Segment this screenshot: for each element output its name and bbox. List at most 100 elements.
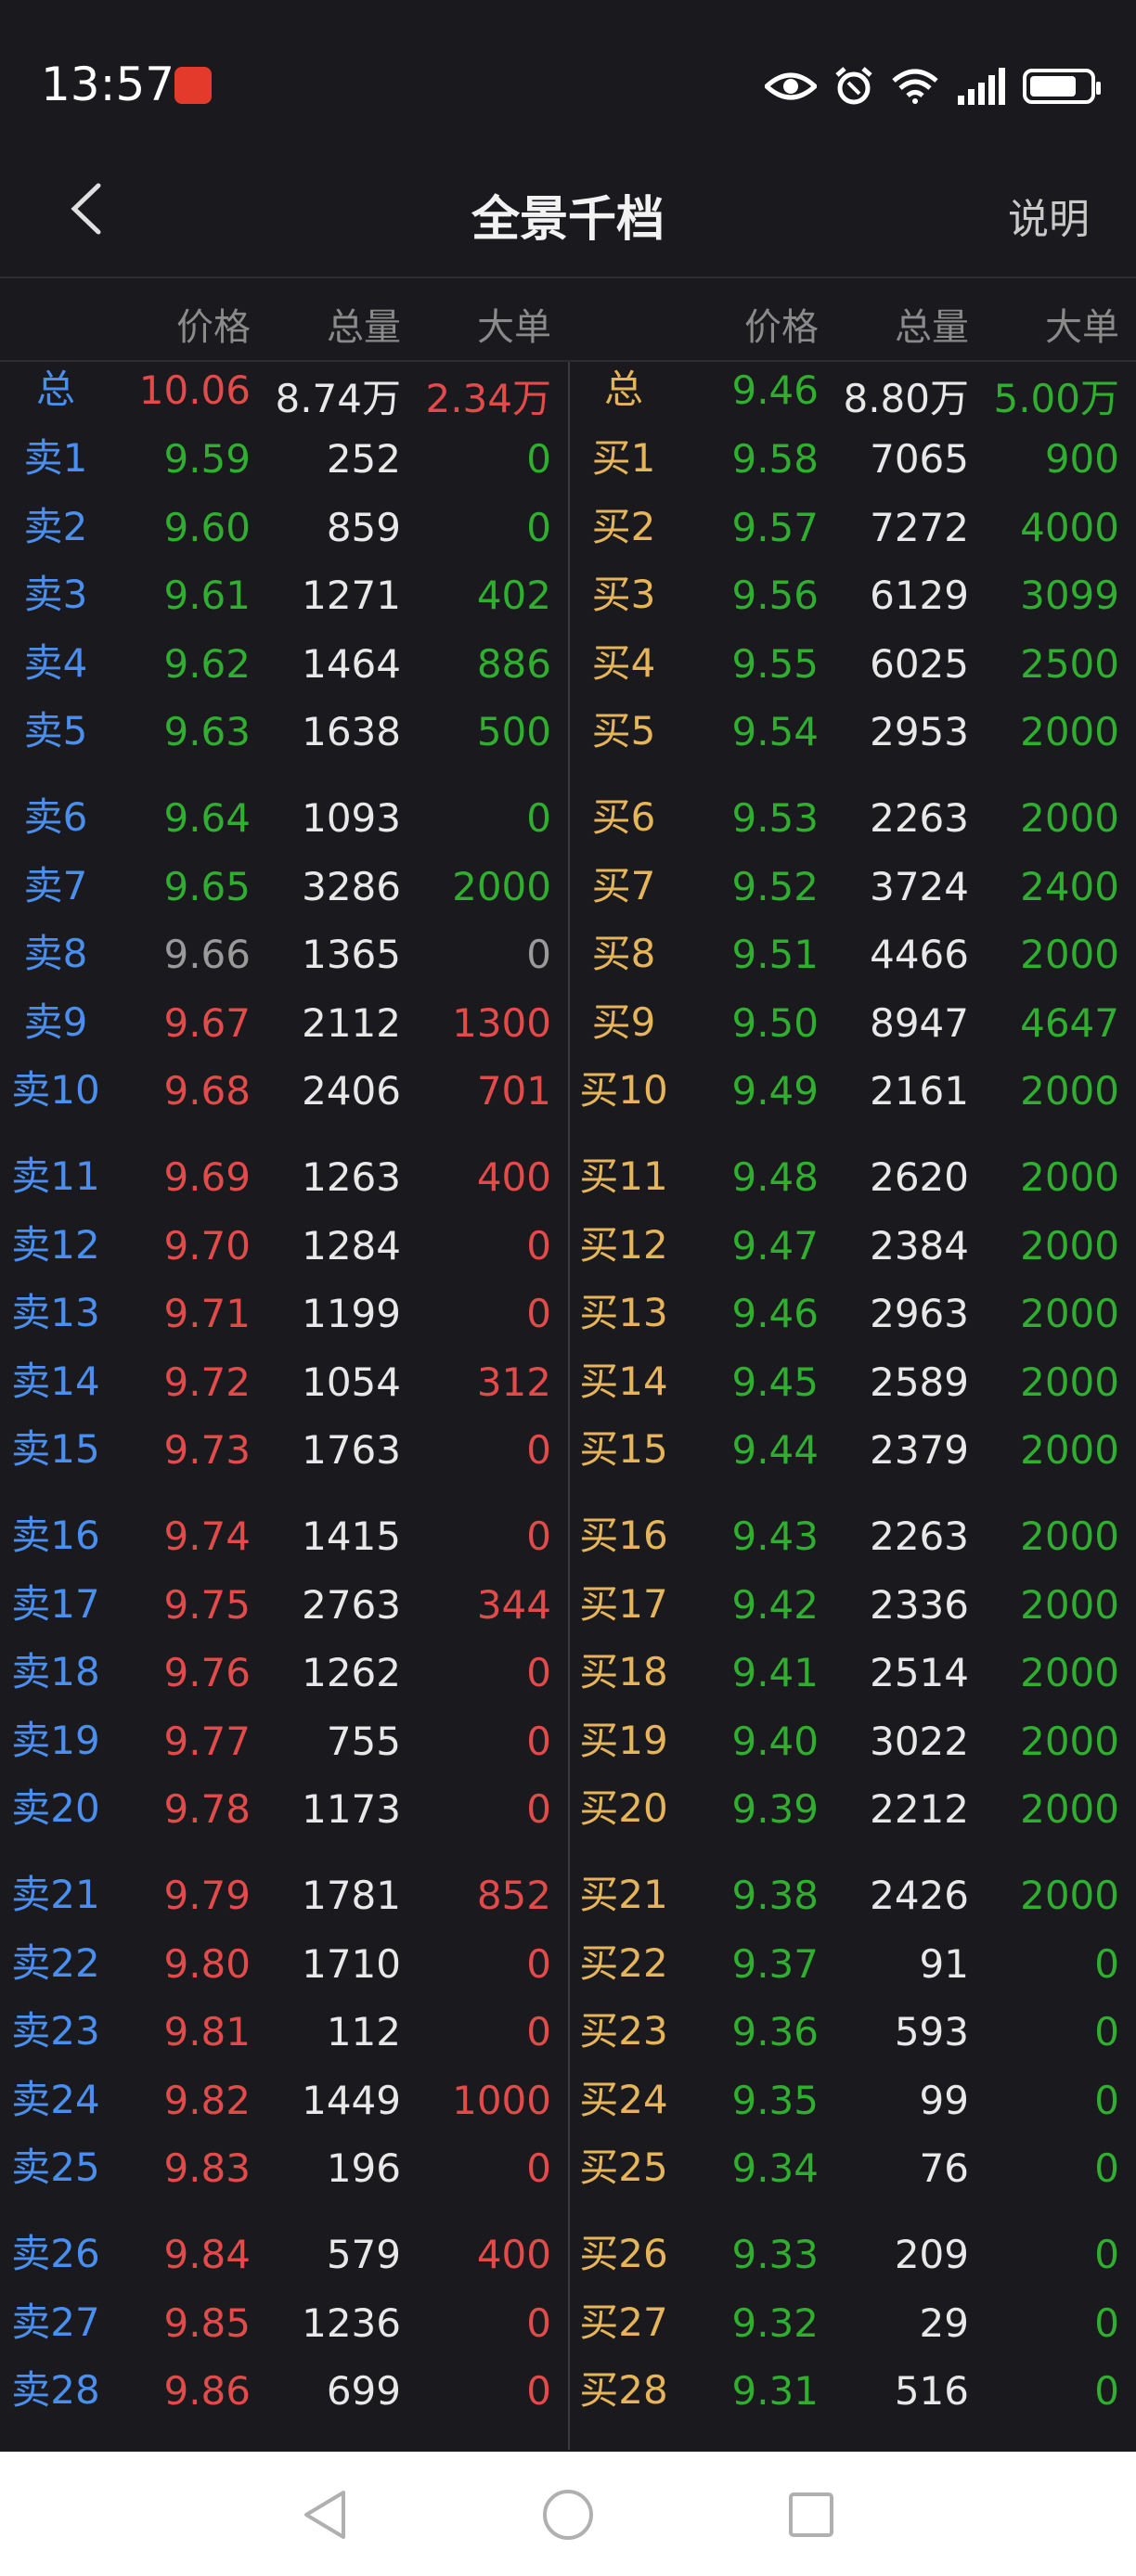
buy-label: 买12 bbox=[579, 1221, 668, 1268]
buy-label: 总 bbox=[603, 367, 643, 412]
buy-volume: 91 bbox=[919, 1940, 969, 1987]
buy-big-order: 2000 bbox=[1020, 932, 1119, 978]
buy-volume-header: 总量 bbox=[895, 306, 969, 349]
buy-price: 9.32 bbox=[731, 2299, 819, 2346]
buy-big-order: 2000 bbox=[1020, 1222, 1119, 1269]
sell-label: 卖6 bbox=[23, 794, 88, 840]
sell-label: 卖10 bbox=[11, 1067, 100, 1114]
column-header: 价格 总量 大单 价格 总量 大单 bbox=[0, 278, 1136, 362]
buy-volume: 99 bbox=[919, 2077, 969, 2123]
sell-big-order: 886 bbox=[476, 640, 551, 687]
sell-big-order: 0 bbox=[526, 1291, 551, 1337]
sell-big-order-header: 大单 bbox=[477, 306, 551, 349]
sell-label: 卖16 bbox=[11, 1513, 100, 1558]
buy-label: 买15 bbox=[579, 1426, 668, 1473]
sell-volume: 1763 bbox=[302, 1427, 401, 1474]
nav-recents-icon[interactable] bbox=[785, 2487, 837, 2543]
buy-big-order: 2000 bbox=[1020, 1718, 1119, 1764]
order-book-row: 卖1 9.59 252 0 买1 9.58 7065 900 bbox=[0, 432, 1136, 501]
sell-volume: 1173 bbox=[302, 1786, 401, 1833]
sell-price: 9.77 bbox=[163, 1718, 251, 1764]
buy-big-order: 2000 bbox=[1020, 1786, 1119, 1833]
buy-volume: 2379 bbox=[870, 1427, 969, 1474]
sell-price: 9.59 bbox=[163, 436, 251, 482]
buy-label: 买13 bbox=[579, 1290, 668, 1336]
order-book-row: 卖8 9.66 1365 0 买8 9.51 4466 2000 bbox=[0, 928, 1136, 997]
buy-label: 买18 bbox=[579, 1649, 668, 1695]
help-button[interactable]: 说明 bbox=[1008, 186, 1090, 245]
sell-label: 卖8 bbox=[23, 931, 88, 977]
sell-label: 卖19 bbox=[11, 1717, 100, 1763]
buy-price: 9.54 bbox=[731, 709, 819, 755]
buy-price: 9.40 bbox=[731, 1718, 819, 1764]
buy-price: 9.57 bbox=[731, 504, 819, 550]
buy-label: 买14 bbox=[579, 1358, 668, 1404]
sell-price: 9.86 bbox=[163, 2368, 251, 2415]
buy-label: 买19 bbox=[579, 1717, 668, 1763]
sell-price: 9.84 bbox=[163, 2232, 251, 2277]
buy-label: 买7 bbox=[591, 862, 656, 908]
sell-label: 卖12 bbox=[11, 1221, 100, 1268]
buy-volume: 209 bbox=[894, 2232, 969, 2277]
buy-label: 买20 bbox=[579, 1785, 668, 1832]
buy-label: 买1 bbox=[591, 435, 656, 481]
sell-volume: 1638 bbox=[302, 709, 401, 755]
buy-price: 9.38 bbox=[731, 1873, 819, 1918]
buy-big-order: 2000 bbox=[1020, 709, 1119, 755]
sell-price: 9.74 bbox=[163, 1513, 251, 1559]
buy-volume: 2589 bbox=[870, 1359, 969, 1405]
buy-price: 9.55 bbox=[731, 640, 819, 687]
buy-label: 买11 bbox=[579, 1153, 668, 1199]
sell-big-order: 0 bbox=[526, 1718, 551, 1764]
sell-price: 9.68 bbox=[163, 1068, 251, 1114]
order-book-row: 卖24 9.82 1449 1000 买24 9.35 99 0 bbox=[0, 2074, 1136, 2143]
buy-big-order: 0 bbox=[1094, 2299, 1119, 2346]
order-book-row: 卖10 9.68 2406 701 买10 9.49 2161 2000 bbox=[0, 1064, 1136, 1133]
sell-volume: 1236 bbox=[302, 2299, 401, 2346]
buy-volume: 2212 bbox=[870, 1786, 969, 1833]
order-book-row: 卖13 9.71 1199 0 买13 9.46 2963 2000 bbox=[0, 1287, 1136, 1356]
buy-volume: 7065 bbox=[870, 436, 969, 482]
sell-big-order: 0 bbox=[526, 504, 551, 550]
sell-price: 9.61 bbox=[163, 573, 251, 619]
buy-label: 买26 bbox=[579, 2231, 668, 2276]
buy-big-order: 2000 bbox=[1020, 1427, 1119, 1474]
sell-volume: 112 bbox=[326, 2009, 401, 2055]
buy-big-order: 3099 bbox=[1020, 573, 1119, 619]
buy-big-order: 2000 bbox=[1020, 1513, 1119, 1559]
buy-label: 买22 bbox=[579, 1939, 668, 1986]
buy-volume: 7272 bbox=[870, 504, 969, 550]
sell-label: 卖13 bbox=[11, 1290, 100, 1336]
buy-big-order: 900 bbox=[1044, 436, 1119, 482]
order-book-row: 卖15 9.73 1763 0 买15 9.44 2379 2000 bbox=[0, 1423, 1136, 1492]
sell-volume: 1262 bbox=[302, 1650, 401, 1696]
buy-volume: 2336 bbox=[870, 1581, 969, 1628]
sell-label: 卖3 bbox=[23, 572, 88, 618]
sell-big-order: 0 bbox=[526, 932, 551, 978]
buy-big-order: 2000 bbox=[1020, 1873, 1119, 1918]
sell-price: 9.69 bbox=[163, 1154, 251, 1200]
order-book-row: 卖19 9.77 755 0 买19 9.40 3022 2000 bbox=[0, 1715, 1136, 1784]
alarm-icon bbox=[835, 67, 872, 105]
order-book-row: 卖4 9.62 1464 886 买4 9.55 6025 2500 bbox=[0, 638, 1136, 706]
eye-icon bbox=[765, 72, 817, 100]
sell-price: 9.67 bbox=[163, 999, 251, 1046]
sell-big-order: 0 bbox=[526, 2009, 551, 2055]
buy-big-order: 2000 bbox=[1020, 1650, 1119, 1696]
buy-volume: 516 bbox=[894, 2368, 969, 2415]
buy-volume: 8.80万 bbox=[843, 376, 969, 421]
buy-big-order-header: 大单 bbox=[1045, 306, 1119, 349]
sell-label: 卖2 bbox=[23, 503, 88, 549]
buy-price: 9.35 bbox=[731, 2077, 819, 2123]
buy-price: 9.52 bbox=[731, 863, 819, 909]
nav-home-icon[interactable] bbox=[540, 2487, 596, 2543]
sell-label: 卖26 bbox=[11, 2231, 100, 2276]
sell-price: 9.78 bbox=[163, 1786, 251, 1833]
system-nav-bar bbox=[0, 2452, 1136, 2576]
sell-big-order: 344 bbox=[476, 1581, 551, 1628]
sell-label: 卖21 bbox=[11, 1872, 100, 1917]
nav-back-icon[interactable] bbox=[299, 2487, 351, 2543]
sell-volume: 1199 bbox=[302, 1291, 401, 1337]
order-book-row: 卖17 9.75 2763 344 买17 9.42 2336 2000 bbox=[0, 1578, 1136, 1647]
sell-label: 卖18 bbox=[11, 1649, 100, 1695]
